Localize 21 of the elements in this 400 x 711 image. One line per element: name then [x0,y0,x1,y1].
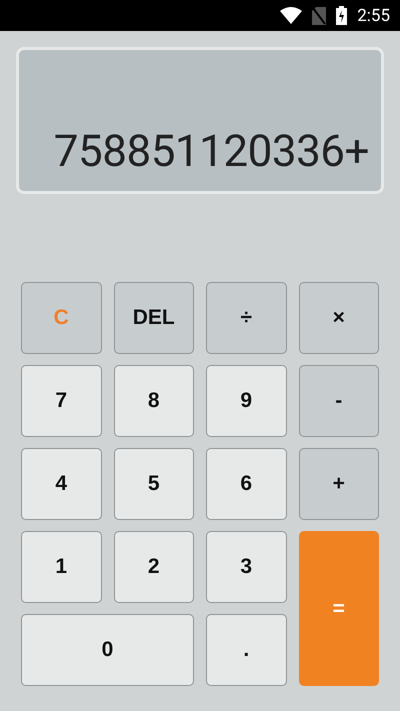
digit-key[interactable]: 0 [21,614,194,686]
digit-key[interactable]: 9 [206,365,286,437]
operator-key[interactable]: × [298,282,379,354]
digit-key[interactable]: 8 [114,365,194,437]
digit-key[interactable]: 3 [206,531,286,603]
digit-key[interactable]: . [206,614,286,686]
operator-key[interactable]: + [298,448,379,520]
digit-key[interactable]: 1 [21,531,102,603]
digit-key[interactable]: 7 [21,365,102,437]
operator-key[interactable]: ÷ [206,282,286,354]
operator-key[interactable]: - [298,365,379,437]
wifi-icon [280,7,302,24]
operator-key[interactable]: DEL [114,282,194,354]
digit-key[interactable]: 6 [206,448,286,520]
digit-key[interactable]: 5 [114,448,194,520]
clock-time: 2:55 [357,6,390,26]
no-sim-icon [312,6,326,24]
battery-charging-icon [336,6,348,25]
digit-key[interactable]: 2 [114,531,194,603]
expression-text: 758851120336+ [54,125,369,177]
digit-key[interactable]: 4 [21,448,102,520]
